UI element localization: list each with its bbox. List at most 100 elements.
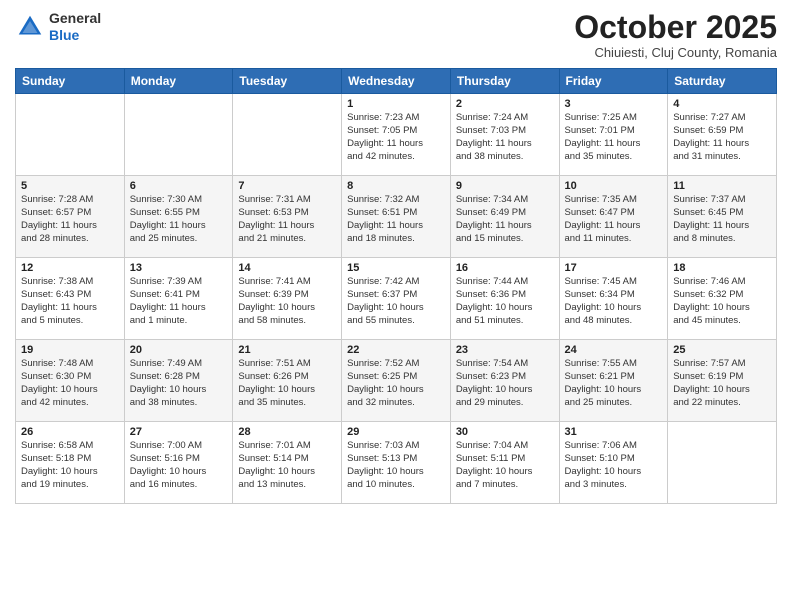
day-info: Sunrise: 7:27 AM Sunset: 6:59 PM Dayligh… bbox=[673, 112, 771, 163]
day-number: 1 bbox=[347, 98, 445, 110]
title-block: October 2025 Chiuiesti, Cluj County, Rom… bbox=[574, 10, 777, 60]
col-saturday: Saturday bbox=[668, 69, 777, 94]
week-row-2: 5 Sunrise: 7:28 AM Sunset: 6:57 PM Daylig… bbox=[16, 176, 777, 258]
day-number: 7 bbox=[238, 180, 336, 192]
day-number: 10 bbox=[565, 180, 663, 192]
day-cell: 7 Sunrise: 7:31 AM Sunset: 6:53 PM Daylig… bbox=[233, 176, 342, 258]
logo-blue: Blue bbox=[49, 27, 101, 44]
day-info: Sunrise: 7:55 AM Sunset: 6:21 PM Dayligh… bbox=[565, 358, 663, 409]
day-number: 9 bbox=[456, 180, 554, 192]
day-number: 25 bbox=[673, 344, 771, 356]
day-cell bbox=[16, 94, 125, 176]
day-number: 13 bbox=[130, 262, 228, 274]
location-subtitle: Chiuiesti, Cluj County, Romania bbox=[574, 45, 777, 60]
day-info: Sunrise: 7:00 AM Sunset: 5:16 PM Dayligh… bbox=[130, 440, 228, 491]
day-number: 22 bbox=[347, 344, 445, 356]
day-number: 27 bbox=[130, 426, 228, 438]
col-sunday: Sunday bbox=[16, 69, 125, 94]
day-number: 30 bbox=[456, 426, 554, 438]
day-number: 14 bbox=[238, 262, 336, 274]
day-cell: 3Sunrise: 7:25 AM Sunset: 7:01 PM Daylig… bbox=[559, 94, 668, 176]
day-cell: 10 Sunrise: 7:35 AM Sunset: 6:47 PM Dayli… bbox=[559, 176, 668, 258]
day-info: Sunrise: 6:58 AM Sunset: 5:18 PM Dayligh… bbox=[21, 440, 119, 491]
day-cell: 27 Sunrise: 7:00 AM Sunset: 5:16 PM Dayli… bbox=[124, 422, 233, 504]
week-row-4: 19Sunrise: 7:48 AM Sunset: 6:30 PM Dayli… bbox=[16, 340, 777, 422]
day-info: Sunrise: 7:37 AM Sunset: 6:45 PM Dayligh… bbox=[673, 194, 771, 245]
day-cell bbox=[668, 422, 777, 504]
day-cell: 4Sunrise: 7:27 AM Sunset: 6:59 PM Daylig… bbox=[668, 94, 777, 176]
day-cell: 12 Sunrise: 7:38 AM Sunset: 6:43 PM Dayli… bbox=[16, 258, 125, 340]
day-number: 15 bbox=[347, 262, 445, 274]
day-cell: 24 Sunrise: 7:55 AM Sunset: 6:21 PM Dayli… bbox=[559, 340, 668, 422]
day-number: 11 bbox=[673, 180, 771, 192]
month-title: October 2025 bbox=[574, 10, 777, 45]
day-number: 16 bbox=[456, 262, 554, 274]
day-cell: 13 Sunrise: 7:39 AM Sunset: 6:41 PM Dayli… bbox=[124, 258, 233, 340]
day-cell: 6 Sunrise: 7:30 AM Sunset: 6:55 PM Daylig… bbox=[124, 176, 233, 258]
day-cell: 20 Sunrise: 7:49 AM Sunset: 6:28 PM Dayli… bbox=[124, 340, 233, 422]
col-thursday: Thursday bbox=[450, 69, 559, 94]
day-cell: 14 Sunrise: 7:41 AM Sunset: 6:39 PM Dayli… bbox=[233, 258, 342, 340]
day-cell bbox=[124, 94, 233, 176]
day-cell: 23Sunrise: 7:54 AM Sunset: 6:23 PM Dayli… bbox=[450, 340, 559, 422]
day-cell: 28 Sunrise: 7:01 AM Sunset: 5:14 PM Dayli… bbox=[233, 422, 342, 504]
logo-general: General bbox=[49, 10, 101, 27]
day-info: Sunrise: 7:03 AM Sunset: 5:13 PM Dayligh… bbox=[347, 440, 445, 491]
day-info: Sunrise: 7:30 AM Sunset: 6:55 PM Dayligh… bbox=[130, 194, 228, 245]
day-cell: 29 Sunrise: 7:03 AM Sunset: 5:13 PM Dayli… bbox=[342, 422, 451, 504]
day-info: Sunrise: 7:23 AM Sunset: 7:05 PM Dayligh… bbox=[347, 112, 445, 163]
day-number: 24 bbox=[565, 344, 663, 356]
day-cell: 17Sunrise: 7:45 AM Sunset: 6:34 PM Dayli… bbox=[559, 258, 668, 340]
day-number: 26 bbox=[21, 426, 119, 438]
day-info: Sunrise: 7:46 AM Sunset: 6:32 PM Dayligh… bbox=[673, 276, 771, 327]
day-number: 31 bbox=[565, 426, 663, 438]
day-info: Sunrise: 7:04 AM Sunset: 5:11 PM Dayligh… bbox=[456, 440, 554, 491]
day-info: Sunrise: 7:06 AM Sunset: 5:10 PM Dayligh… bbox=[565, 440, 663, 491]
day-info: Sunrise: 7:01 AM Sunset: 5:14 PM Dayligh… bbox=[238, 440, 336, 491]
day-info: Sunrise: 7:45 AM Sunset: 6:34 PM Dayligh… bbox=[565, 276, 663, 327]
day-cell: 11 Sunrise: 7:37 AM Sunset: 6:45 PM Dayli… bbox=[668, 176, 777, 258]
week-row-1: 1 Sunrise: 7:23 AM Sunset: 7:05 PM Daylig… bbox=[16, 94, 777, 176]
day-info: Sunrise: 7:42 AM Sunset: 6:37 PM Dayligh… bbox=[347, 276, 445, 327]
day-number: 20 bbox=[130, 344, 228, 356]
day-number: 12 bbox=[21, 262, 119, 274]
day-number: 21 bbox=[238, 344, 336, 356]
day-info: Sunrise: 7:24 AM Sunset: 7:03 PM Dayligh… bbox=[456, 112, 554, 163]
header: General Blue October 2025 Chiuiesti, Clu… bbox=[15, 10, 777, 60]
day-cell: 18 Sunrise: 7:46 AM Sunset: 6:32 PM Dayli… bbox=[668, 258, 777, 340]
day-number: 18 bbox=[673, 262, 771, 274]
day-info: Sunrise: 7:49 AM Sunset: 6:28 PM Dayligh… bbox=[130, 358, 228, 409]
day-info: Sunrise: 7:39 AM Sunset: 6:41 PM Dayligh… bbox=[130, 276, 228, 327]
day-info: Sunrise: 7:35 AM Sunset: 6:47 PM Dayligh… bbox=[565, 194, 663, 245]
day-cell: 31 Sunrise: 7:06 AM Sunset: 5:10 PM Dayli… bbox=[559, 422, 668, 504]
day-info: Sunrise: 7:28 AM Sunset: 6:57 PM Dayligh… bbox=[21, 194, 119, 245]
col-monday: Monday bbox=[124, 69, 233, 94]
day-cell: 26 Sunrise: 6:58 AM Sunset: 5:18 PM Dayli… bbox=[16, 422, 125, 504]
day-cell bbox=[233, 94, 342, 176]
day-cell: 22 Sunrise: 7:52 AM Sunset: 6:25 PM Dayli… bbox=[342, 340, 451, 422]
day-cell: 30 Sunrise: 7:04 AM Sunset: 5:11 PM Dayli… bbox=[450, 422, 559, 504]
day-cell: 1 Sunrise: 7:23 AM Sunset: 7:05 PM Daylig… bbox=[342, 94, 451, 176]
day-number: 6 bbox=[130, 180, 228, 192]
day-number: 28 bbox=[238, 426, 336, 438]
day-info: Sunrise: 7:51 AM Sunset: 6:26 PM Dayligh… bbox=[238, 358, 336, 409]
day-cell: 9 Sunrise: 7:34 AM Sunset: 6:49 PM Daylig… bbox=[450, 176, 559, 258]
day-number: 29 bbox=[347, 426, 445, 438]
day-cell: 25 Sunrise: 7:57 AM Sunset: 6:19 PM Dayli… bbox=[668, 340, 777, 422]
day-cell: 15 Sunrise: 7:42 AM Sunset: 6:37 PM Dayli… bbox=[342, 258, 451, 340]
header-row: Sunday Monday Tuesday Wednesday Thursday… bbox=[16, 69, 777, 94]
day-cell: 19Sunrise: 7:48 AM Sunset: 6:30 PM Dayli… bbox=[16, 340, 125, 422]
col-friday: Friday bbox=[559, 69, 668, 94]
day-number: 5 bbox=[21, 180, 119, 192]
col-wednesday: Wednesday bbox=[342, 69, 451, 94]
day-number: 23 bbox=[456, 344, 554, 356]
day-info: Sunrise: 7:52 AM Sunset: 6:25 PM Dayligh… bbox=[347, 358, 445, 409]
day-info: Sunrise: 7:32 AM Sunset: 6:51 PM Dayligh… bbox=[347, 194, 445, 245]
day-info: Sunrise: 7:34 AM Sunset: 6:49 PM Dayligh… bbox=[456, 194, 554, 245]
day-cell: 16Sunrise: 7:44 AM Sunset: 6:36 PM Dayli… bbox=[450, 258, 559, 340]
day-info: Sunrise: 7:41 AM Sunset: 6:39 PM Dayligh… bbox=[238, 276, 336, 327]
day-info: Sunrise: 7:57 AM Sunset: 6:19 PM Dayligh… bbox=[673, 358, 771, 409]
day-cell: 8Sunrise: 7:32 AM Sunset: 6:51 PM Daylig… bbox=[342, 176, 451, 258]
day-info: Sunrise: 7:31 AM Sunset: 6:53 PM Dayligh… bbox=[238, 194, 336, 245]
day-info: Sunrise: 7:38 AM Sunset: 6:43 PM Dayligh… bbox=[21, 276, 119, 327]
